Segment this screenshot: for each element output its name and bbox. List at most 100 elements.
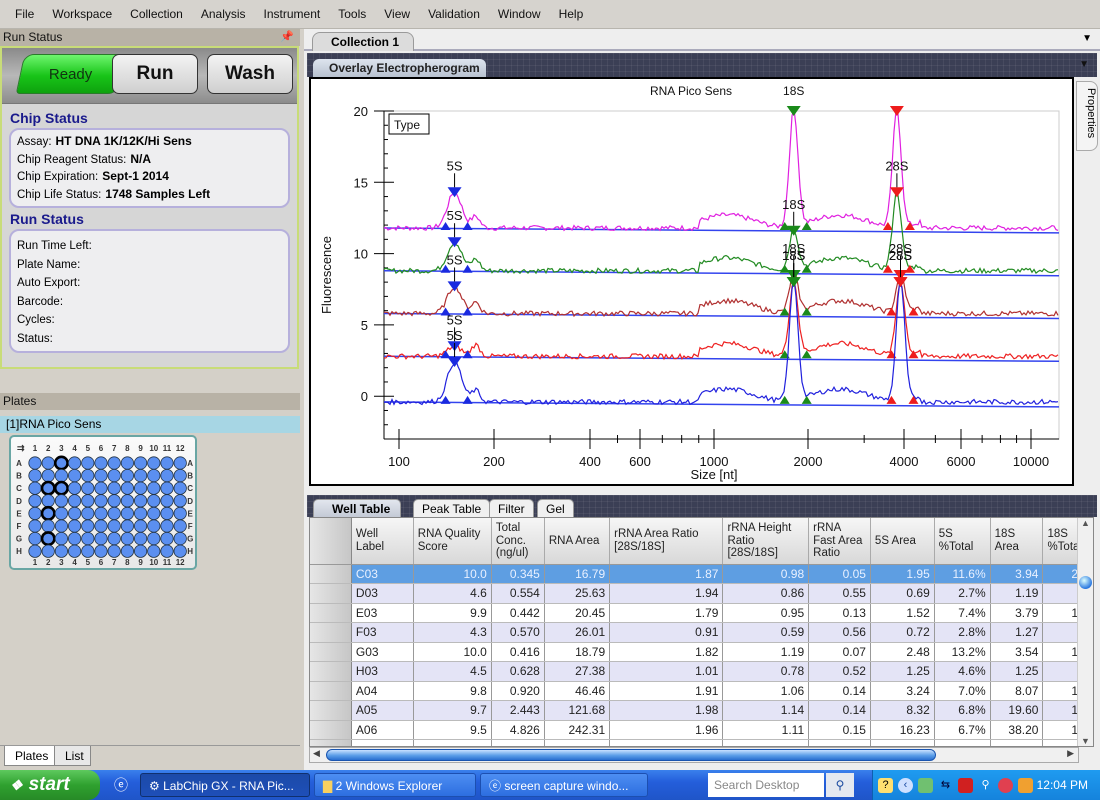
well-B6[interactable]	[94, 468, 108, 483]
peak-end-marker[interactable]	[462, 264, 473, 273]
plate-row-label[interactable]: E	[16, 509, 22, 518]
well-C4[interactable]	[67, 481, 82, 495]
peak-start-marker[interactable]	[440, 395, 451, 404]
scroll-right-icon[interactable]: ▶	[1067, 748, 1074, 759]
well-D1[interactable]	[28, 494, 42, 508]
ready-button[interactable]: Ready	[15, 54, 127, 94]
tab-list[interactable]: List	[54, 746, 91, 766]
run-button[interactable]: Run	[112, 54, 198, 94]
plate-column-label[interactable]: 11	[163, 558, 172, 567]
peak-end-marker[interactable]	[462, 350, 473, 359]
search-tray-icon[interactable]: ⚲	[978, 778, 993, 793]
well-H6[interactable]	[94, 544, 108, 558]
well-A3[interactable]	[53, 455, 69, 471]
tab-plates[interactable]: Plates	[4, 746, 56, 766]
plate-column-label[interactable]: 5	[86, 558, 91, 567]
well-G8[interactable]	[120, 532, 135, 546]
scroll-down-icon[interactable]: ▼	[1078, 736, 1093, 746]
well-B11[interactable]	[160, 468, 174, 483]
table-row[interactable]: A05 9.7 2.443 121.68 1.98 1.14 0.14 8.32 6.8% 19.…	[310, 700, 1093, 721]
row-header[interactable]	[310, 583, 352, 604]
well-C5[interactable]	[81, 481, 95, 495]
well-E6[interactable]	[94, 506, 108, 521]
table-cell[interactable]: 0.72	[870, 622, 935, 643]
table-cell[interactable]: 4.826	[491, 720, 545, 740]
table-cell[interactable]	[413, 739, 492, 746]
menu-instrument[interactable]: Instrument	[255, 7, 330, 21]
well-G7[interactable]	[107, 532, 121, 546]
table-cell[interactable]: 4.6%	[934, 661, 991, 682]
well-label-cell[interactable]: A06	[351, 720, 414, 740]
well-D12[interactable]	[173, 494, 187, 508]
well-F6[interactable]	[94, 519, 108, 533]
pin-icon[interactable]: 📌	[280, 29, 294, 46]
ie-quicklaunch-icon[interactable]: ⓔ	[114, 775, 128, 795]
plate-row-label[interactable]: H	[187, 547, 193, 556]
table-cell[interactable]: 18.79	[544, 642, 611, 662]
plate-column-label[interactable]: 9	[138, 444, 143, 453]
well-B2[interactable]	[41, 468, 55, 483]
table-cell[interactable]: 0.55	[808, 583, 871, 604]
peak-end-marker[interactable]	[904, 221, 915, 230]
well-D10[interactable]	[147, 494, 161, 508]
plate-column-label[interactable]: 4	[72, 558, 77, 567]
table-cell[interactable]: 0.86	[722, 583, 810, 604]
peak-end-marker[interactable]	[801, 395, 812, 404]
peak-marker[interactable]	[447, 237, 462, 248]
well-H8[interactable]	[120, 544, 135, 558]
table-cell[interactable]: 9.5	[413, 720, 492, 740]
well-A8[interactable]	[120, 456, 135, 470]
menu-validation[interactable]: Validation	[419, 7, 489, 21]
well-E9[interactable]	[134, 506, 148, 521]
plate-row-label[interactable]: D	[16, 497, 22, 506]
table-cell[interactable]: 1.82	[609, 642, 724, 662]
table-cell[interactable]: 1.19	[990, 583, 1044, 604]
plate-row-label[interactable]: D	[187, 497, 193, 506]
table-cell[interactable]: 1.01	[609, 661, 724, 682]
table-cell[interactable]: 16.79	[544, 564, 611, 584]
well-E10[interactable]	[147, 506, 161, 521]
well-F7[interactable]	[107, 519, 121, 533]
dropdown-arrow-icon[interactable]: ▼	[1082, 33, 1092, 44]
menu-help[interactable]: Help	[550, 7, 593, 21]
table-row[interactable]: A04 9.8 0.920 46.46 1.91 1.06 0.14 3.24 7.0% 8.07…	[310, 681, 1093, 701]
well-H10[interactable]	[147, 544, 161, 558]
well-F11[interactable]	[160, 519, 174, 533]
menu-tools[interactable]: Tools	[329, 7, 375, 21]
table-row[interactable]: E03 9.9 0.442 20.45 1.79 0.95 0.13 1.52 7.4% 3.79…	[310, 603, 1093, 623]
horizontal-scroll-thumb[interactable]	[326, 749, 936, 761]
well-B9[interactable]	[134, 468, 148, 483]
well-G2[interactable]	[40, 531, 56, 547]
plate-column-label[interactable]: 3	[59, 444, 64, 453]
peak-marker[interactable]	[889, 187, 904, 198]
table-cell[interactable]: 3.24	[870, 681, 935, 701]
table-cell[interactable]	[609, 739, 724, 746]
table-cell[interactable]: 1.25	[870, 661, 935, 682]
sync-tray-icon[interactable]: ⇆	[938, 778, 953, 793]
table-cell[interactable]: 0.570	[491, 622, 545, 643]
well-G12[interactable]	[173, 532, 187, 546]
table-cell[interactable]: 0.98	[722, 564, 810, 584]
well-H2[interactable]	[41, 544, 55, 558]
table-cell[interactable]: 1.06	[722, 681, 810, 701]
plate-column-label[interactable]: 3	[59, 558, 64, 567]
well-label-cell[interactable]: D03	[351, 583, 414, 604]
table-cell[interactable]: 0.15	[808, 720, 871, 740]
well-F8[interactable]	[120, 519, 135, 533]
menu-analysis[interactable]: Analysis	[192, 7, 255, 21]
well-E8[interactable]	[120, 506, 135, 521]
well-B5[interactable]	[81, 468, 95, 483]
well-F5[interactable]	[81, 519, 95, 533]
update-tray-icon[interactable]	[1018, 777, 1033, 793]
tab-filter[interactable]: Filter	[489, 499, 534, 517]
table-cell[interactable]: 46.46	[544, 681, 611, 701]
menu-file[interactable]: File	[6, 7, 43, 21]
plate-row-label[interactable]: C	[187, 484, 193, 493]
well-A6[interactable]	[94, 456, 108, 470]
table-cell[interactable]: 9.9	[413, 603, 492, 623]
plate-column-label[interactable]: 10	[149, 558, 158, 567]
table-cell[interactable]	[722, 739, 810, 746]
plate-column-label[interactable]: 2	[46, 558, 51, 567]
table-row[interactable]	[310, 739, 1093, 746]
table-cell[interactable]: 2.7%	[934, 583, 991, 604]
